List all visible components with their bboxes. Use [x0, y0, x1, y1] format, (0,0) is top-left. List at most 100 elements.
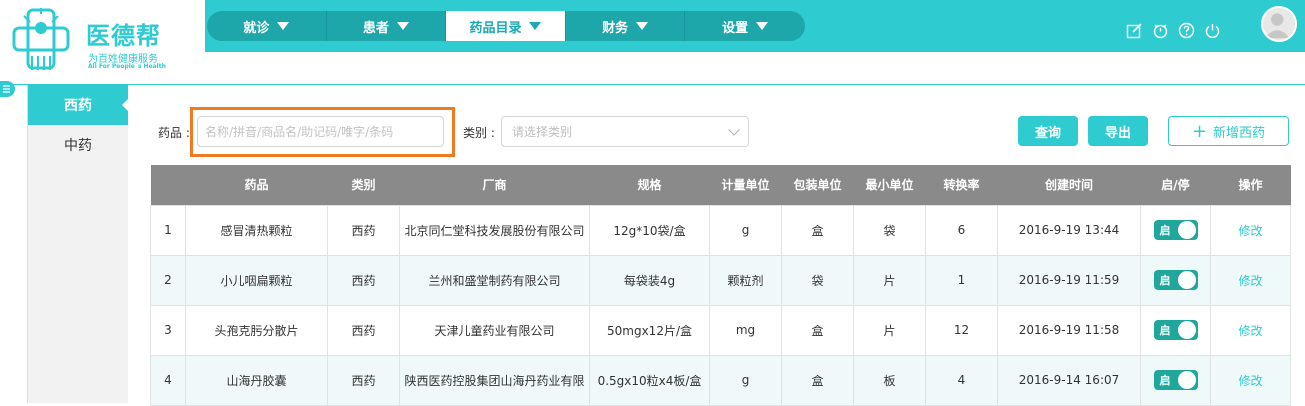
drug-manufacturer: 陕西医药控股集团山海丹药业有限 [399, 354, 590, 406]
timer-icon[interactable] [1152, 22, 1169, 39]
add-western-drug-button[interactable]: + 新增西药 [1168, 116, 1289, 146]
toggle-label: 启 [1159, 324, 1171, 337]
sidebar-item-label: 西药 [64, 98, 92, 114]
query-button[interactable]: 查询 [1018, 116, 1078, 146]
drug-manufacturer: 兰州和盛堂制药有限公司 [399, 254, 590, 306]
row-index: 2 [150, 254, 186, 306]
drug-created: 2016-9-19 11:58 [997, 304, 1141, 356]
status-toggle[interactable]: 启 [1153, 220, 1198, 240]
drug-pack-unit: 盒 [781, 304, 854, 356]
col-header-status: 启/停 [1140, 165, 1211, 205]
drug-name: 头孢克肟分散片 [185, 304, 328, 356]
drug-pack-unit: 袋 [781, 254, 854, 306]
category-select[interactable]: 请选择类别 [501, 116, 749, 147]
drug-unit: g [709, 204, 782, 256]
nav-item-label: 患者 [362, 20, 389, 36]
col-header-created: 创建时间 [997, 165, 1141, 205]
sidebar-item-label: 中药 [64, 138, 92, 154]
nav-item-drug-catalog[interactable]: 药品目录 [446, 11, 566, 41]
drug-manufacturer: 天津儿童药业有限公司 [399, 304, 590, 356]
toggle-label: 启 [1159, 224, 1171, 237]
row-index: 1 [150, 204, 186, 256]
category-select-placeholder: 请选择类别 [512, 125, 573, 139]
nav-item-settings[interactable]: 设置 [685, 11, 805, 41]
toggle-knob [1177, 321, 1196, 339]
drug-unit: mg [709, 304, 782, 356]
col-header-spec: 规格 [589, 165, 710, 205]
edit-link[interactable]: 修改 [1210, 254, 1291, 306]
caret-down-icon [636, 22, 649, 30]
col-header-pack-unit: 包装单位 [781, 165, 854, 205]
export-button[interactable]: 导出 [1088, 116, 1148, 146]
nav-item-label: 药品目录 [469, 20, 522, 36]
table-row: 4 山海丹胶囊 西药 陕西医药控股集团山海丹药业有限 0.5gx10粒x4板/盒… [150, 354, 1291, 406]
drug-spec: 50mgx12片/盒 [589, 304, 710, 356]
col-header-conversion: 转换率 [925, 165, 998, 205]
sidebar-toggle-icon[interactable] [0, 81, 15, 97]
edit-icon[interactable] [1126, 22, 1143, 39]
drug-unit: g [709, 354, 782, 406]
drug-unit: 颗粒剂 [709, 254, 782, 306]
active-tab-pointer [122, 97, 130, 113]
table-header-row: 药品 类别 厂商 规格 计量单位 包装单位 最小单位 转换率 创建时间 启/停 … [150, 165, 1291, 205]
edit-link[interactable]: 修改 [1210, 354, 1291, 406]
status-cell: 启 [1140, 354, 1211, 406]
drug-search-input[interactable] [197, 116, 444, 147]
nav-item-finance[interactable]: 财务 [566, 11, 686, 41]
drug-name: 小儿咽扁颗粒 [185, 254, 328, 306]
nav-item-visit[interactable]: 就诊 [207, 11, 327, 41]
drug-category: 西药 [327, 354, 400, 406]
drug-min-unit: 板 [853, 354, 926, 406]
power-icon[interactable] [1204, 22, 1221, 39]
drug-table: 药品 类别 厂商 规格 计量单位 包装单位 最小单位 转换率 创建时间 启/停 … [150, 165, 1291, 406]
export-button-label: 导出 [1104, 125, 1131, 141]
col-header-min-unit: 最小单位 [853, 165, 926, 205]
drug-min-unit: 片 [853, 304, 926, 356]
logo: 医德帮 为百姓健康服务 All For People`s Health [0, 0, 205, 84]
status-toggle[interactable]: 启 [1153, 270, 1198, 290]
caret-down-icon [396, 22, 409, 30]
drug-created: 2016-9-14 16:07 [997, 354, 1141, 406]
status-cell: 启 [1140, 254, 1211, 306]
drug-category: 西药 [327, 304, 400, 356]
drug-name: 山海丹胶囊 [185, 354, 328, 406]
status-toggle[interactable]: 启 [1153, 370, 1198, 390]
status-cell: 启 [1140, 304, 1211, 356]
help-icon[interactable] [1178, 22, 1195, 39]
drug-category: 西药 [327, 254, 400, 306]
status-cell: 启 [1140, 204, 1211, 256]
avatar[interactable] [1261, 6, 1297, 42]
nav-item-label: 就诊 [243, 20, 270, 36]
sidebar: 西药 中药 [0, 85, 130, 403]
col-header-index [150, 165, 186, 205]
drug-conversion: 12 [925, 304, 998, 356]
nav-item-label: 设置 [722, 20, 749, 36]
drug-spec: 0.5gx10粒x4板/盒 [589, 354, 710, 406]
edit-link[interactable]: 修改 [1210, 304, 1291, 356]
drug-manufacturer: 北京同仁堂科技发展股份有限公司 [399, 204, 590, 256]
col-header-manufacturer: 厂商 [399, 165, 590, 205]
nav-item-patients[interactable]: 患者 [327, 11, 447, 41]
caret-down-icon [277, 22, 290, 30]
toggle-knob [1177, 221, 1196, 239]
toggle-knob [1177, 371, 1196, 389]
chevron-down-icon [728, 123, 740, 136]
col-header-category: 类别 [327, 165, 400, 205]
sidebar-item-western-medicine[interactable]: 西药 [28, 85, 128, 125]
status-toggle[interactable]: 启 [1153, 320, 1198, 340]
sidebar-strip [0, 85, 28, 403]
drug-min-unit: 片 [853, 254, 926, 306]
toggle-knob [1177, 271, 1196, 289]
logo-mark-icon [12, 8, 70, 70]
drug-conversion: 4 [925, 354, 998, 406]
col-header-actions: 操作 [1210, 165, 1291, 205]
drug-name: 感冒清热颗粒 [185, 204, 328, 256]
row-index: 4 [150, 354, 186, 406]
table-row: 3 头孢克肟分散片 西药 天津儿童药业有限公司 50mgx12片/盒 mg 盒 … [150, 304, 1291, 356]
header-divider [0, 84, 1305, 85]
caret-down-icon [529, 22, 542, 30]
sidebar-item-chinese-medicine[interactable]: 中药 [28, 125, 128, 165]
edit-link[interactable]: 修改 [1210, 204, 1291, 256]
plus-icon: + [1191, 120, 1208, 142]
drug-filter-label: 药品 : [158, 126, 190, 140]
